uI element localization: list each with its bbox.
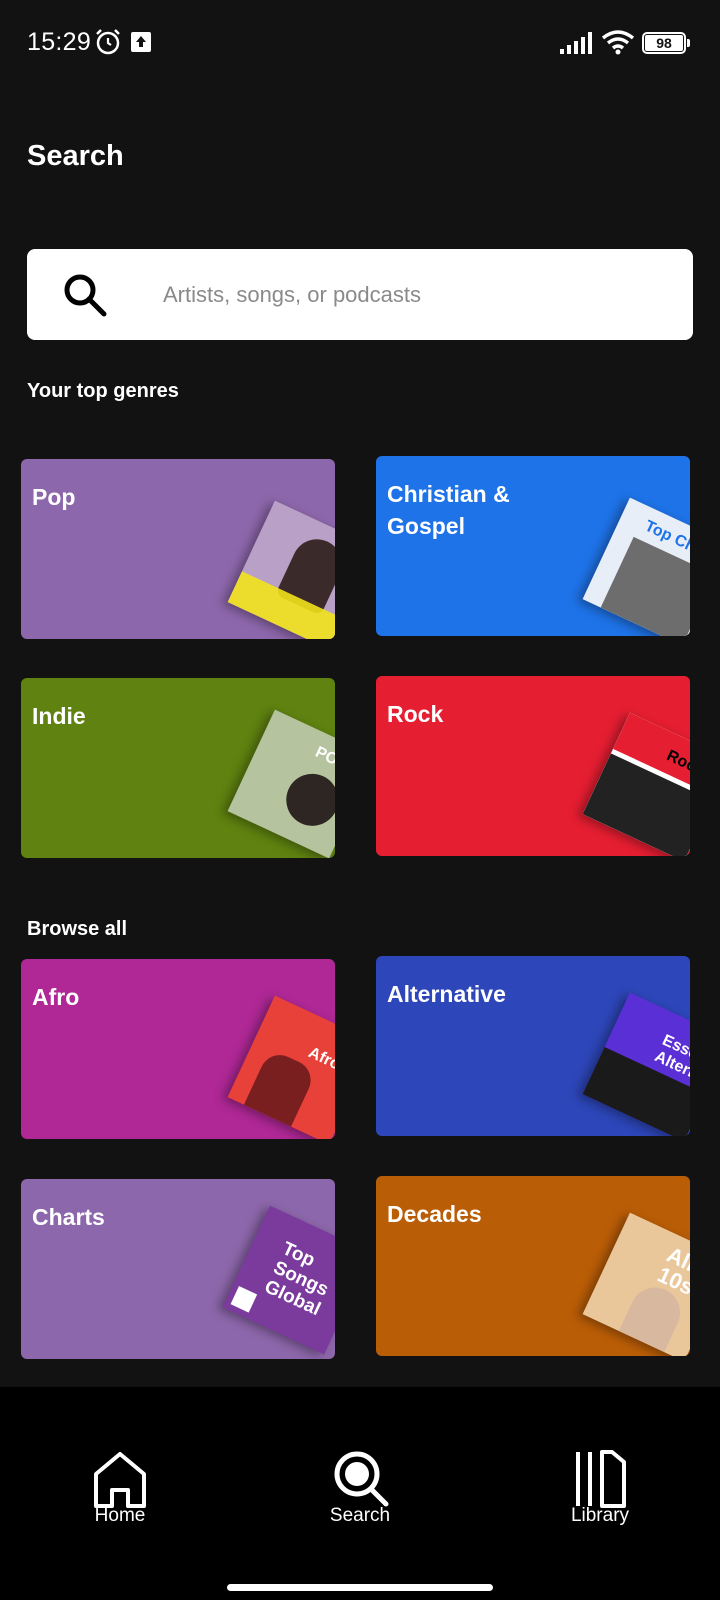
nav-library-label: Library [570,1505,630,1526]
genre-card-decades[interactable]: Decades All 10s [376,1176,690,1356]
nav-library[interactable]: Library [520,1387,680,1526]
genre-card-rock[interactable]: Rock Rock [376,676,690,856]
page-title: Search [27,140,124,172]
genre-card-artwork: Rock [582,712,690,856]
battery-icon: 98 [642,32,690,54]
genre-card-artwork: All 10s [582,1212,690,1356]
signal-icon [560,32,592,54]
genre-card-christian-gospel[interactable]: Christian & Gospel Top Chi [376,456,690,636]
genre-card-label: Afro [32,984,80,1010]
home-indicator[interactable] [227,1584,493,1591]
genre-card-pop[interactable]: Pop [21,459,335,639]
genre-card-artwork: Essen Alternat [582,992,690,1136]
nav-home-label: Home [94,1505,146,1526]
genre-card-label: Christian & Gospel [387,481,510,539]
genre-card-afro[interactable]: Afro Afro H [21,959,335,1139]
browse-all-title: Browse all [27,918,128,940]
wifi-icon [601,30,635,55]
genre-card-art-text: Top Songs Global [261,1238,332,1321]
genre-card-alternative[interactable]: Alternative Essen Alternat [376,956,690,1136]
nav-search[interactable]: Search [280,1387,440,1526]
genre-card-label: Indie [32,703,86,729]
genre-card-label: Alternative [387,981,506,1007]
genre-card-label: Rock [387,701,444,727]
search-icon [334,1451,389,1507]
search-screen: 15:29 98 Search Artists, songs, or podca… [0,0,720,1600]
genre-card-artwork: Top Chi [582,497,690,636]
genre-card-artwork: Top Songs Global [222,1205,335,1355]
genre-card-label: Decades [387,1201,482,1227]
search-input[interactable]: Artists, songs, or podcasts [27,249,693,340]
genre-card-indie[interactable]: Indie POLL [21,678,335,858]
top-genres-title: Your top genres [27,380,179,402]
home-icon [94,1452,146,1508]
genre-card-artwork: POLL [227,709,335,858]
nav-home[interactable]: Home [40,1387,200,1526]
search-icon [64,274,107,317]
genre-card-charts[interactable]: Charts Top Songs Global [21,1179,335,1359]
status-time: 15:29 [27,28,92,56]
search-placeholder: Artists, songs, or podcasts [163,282,421,307]
battery-level: 98 [656,35,672,51]
genre-card-artwork: Afro H [227,995,335,1139]
genre-card-artwork [227,500,335,639]
status-bar: 15:29 98 [0,0,720,88]
library-icon [576,1450,626,1508]
nav-search-label: Search [329,1505,391,1526]
genre-card-label: Pop [32,484,76,510]
upload-notification-icon [131,32,151,52]
genre-card-label: Charts [32,1204,105,1230]
alarm-icon [96,29,120,55]
bottom-navigation: Home Search Library [0,1387,720,1600]
